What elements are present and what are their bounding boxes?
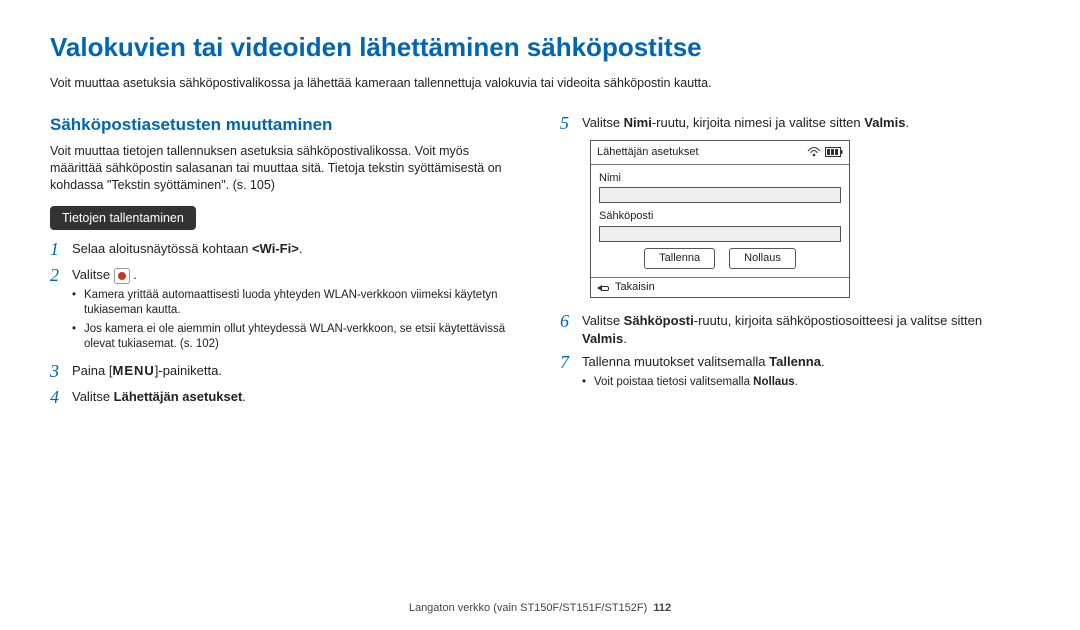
step-number: 6: [560, 312, 582, 332]
wifi-icon: [807, 147, 821, 157]
left-column: Sähköpostiasetusten muuttaminen Voit muu…: [50, 114, 520, 413]
sub-bullet: Voit poistaa tietosi valitsemalla Nollau…: [582, 375, 1030, 391]
step-1: 1 Selaa aloitusnäytössä kohtaan <Wi-Fi>.: [50, 240, 520, 260]
step-text: ]-painiketta.: [155, 363, 222, 378]
step-number: 4: [50, 388, 72, 408]
step-number: 5: [560, 114, 582, 134]
device-footer: Takaisin: [591, 277, 849, 297]
back-label[interactable]: Takaisin: [615, 280, 655, 295]
step-text: -ruutu, kirjoita nimesi ja valitse sitte…: [652, 115, 864, 130]
step-bold: Tallenna: [769, 354, 821, 369]
step-text: .: [299, 241, 303, 256]
battery-icon: [825, 147, 843, 157]
page-number: 112: [653, 602, 671, 614]
step-text: -ruutu, kirjoita sähköpostiosoitteesi ja…: [694, 313, 982, 328]
step-text: .: [623, 331, 627, 346]
step-text: Selaa aloitusnäytössä kohtaan: [72, 241, 252, 256]
step-text: .: [130, 267, 137, 282]
name-input[interactable]: [599, 187, 841, 203]
section-desc: Voit muuttaa tietojen tallennuksen asetu…: [50, 143, 520, 194]
save-button[interactable]: Tallenna: [644, 248, 715, 269]
section-heading: Sähköpostiasetusten muuttaminen: [50, 114, 520, 137]
sub-bullet: Jos kamera ei ole aiemmin ollut yhteydes…: [72, 322, 520, 353]
step-bold: Lähettäjän asetukset: [114, 389, 243, 404]
step-3: 3 Paina [MENU]-painiketta.: [50, 362, 520, 382]
email-icon: [114, 268, 130, 284]
step-bold: <Wi-Fi>: [252, 241, 299, 256]
topic-pill: Tietojen tallentaminen: [50, 206, 196, 231]
device-header: Lähettäjän asetukset: [591, 141, 849, 165]
bullet-text: Voit poistaa tietosi valitsemalla: [594, 376, 753, 388]
back-icon[interactable]: [597, 283, 609, 293]
status-icons: [807, 147, 843, 157]
step-text: Tallenna muutokset valitsemalla: [582, 354, 769, 369]
step-7: 7 Tallenna muutokset valitsemalla Tallen…: [560, 353, 1030, 393]
step-text: Valitse: [582, 115, 624, 130]
step-number: 7: [560, 353, 582, 373]
step-bold: Valmis: [582, 331, 623, 346]
footer-text: Langaton verkko (vain ST150F/ST151F/ST15…: [409, 602, 647, 614]
step-text: Valitse: [72, 389, 114, 404]
device-field-label: Nimi: [599, 171, 841, 186]
page-footer: Langaton verkko (vain ST150F/ST151F/ST15…: [0, 601, 1080, 616]
device-screenshot: Lähettäjän asetukset Nimi Sähköposti Tal…: [590, 140, 850, 298]
menu-key: MENU: [112, 363, 154, 378]
step-bold: Valmis: [864, 115, 905, 130]
step-text: Valitse: [72, 267, 114, 282]
step-4: 4 Valitse Lähettäjän asetukset.: [50, 388, 520, 408]
reset-button[interactable]: Nollaus: [729, 248, 796, 269]
page-title: Valokuvien tai videoiden lähettäminen sä…: [50, 30, 1030, 65]
step-number: 3: [50, 362, 72, 382]
device-body: Nimi Sähköposti Tallenna Nollaus: [591, 165, 849, 278]
step-6: 6 Valitse Sähköposti-ruutu, kirjoita säh…: [560, 312, 1030, 347]
step-bold: Sähköposti: [624, 313, 694, 328]
bullet-text: .: [795, 376, 798, 388]
step-5: 5 Valitse Nimi-ruutu, kirjoita nimesi ja…: [560, 114, 1030, 134]
two-column-layout: Sähköpostiasetusten muuttaminen Voit muu…: [50, 114, 1030, 413]
sub-bullet: Kamera yrittää automaattisesti luoda yht…: [72, 288, 520, 319]
step-2: 2 Valitse . Kamera yrittää automaattises…: [50, 266, 520, 356]
step-text: .: [242, 389, 246, 404]
step-text: Valitse: [582, 313, 624, 328]
email-input[interactable]: [599, 226, 841, 242]
device-title: Lähettäjän asetukset: [597, 145, 699, 160]
step-text: .: [821, 354, 825, 369]
right-column: 5 Valitse Nimi-ruutu, kirjoita nimesi ja…: [560, 114, 1030, 413]
step-number: 1: [50, 240, 72, 260]
bullet-bold: Nollaus: [753, 376, 795, 388]
step-text: .: [905, 115, 909, 130]
device-field-label: Sähköposti: [599, 209, 841, 224]
step-text: Paina [: [72, 363, 112, 378]
step-bold: Nimi: [624, 115, 652, 130]
intro-text: Voit muuttaa asetuksia sähköpostivalikos…: [50, 75, 1030, 92]
step-number: 2: [50, 266, 72, 286]
